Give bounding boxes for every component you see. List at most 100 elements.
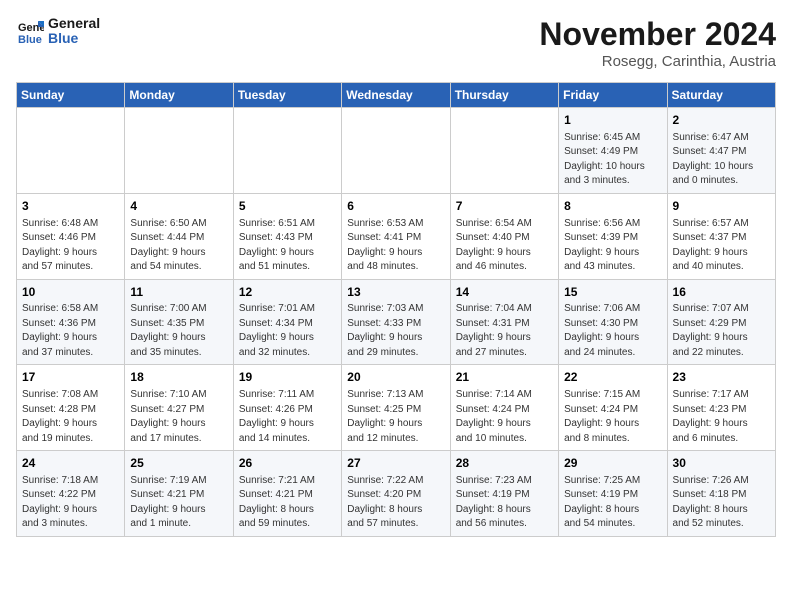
day-number: 2 <box>673 112 770 129</box>
calendar-cell: 2 Sunrise: 6:47 AM Sunset: 4:47 PM Daylig… <box>667 108 775 194</box>
calendar-header-cell: Saturday <box>667 83 775 108</box>
calendar-week-row: 10Sunrise: 6:58 AM Sunset: 4:36 PM Dayli… <box>17 279 776 365</box>
day-info: Sunrise: 6:48 AM Sunset: 4:46 PM Dayligh… <box>22 217 119 275</box>
day-info: Sunrise: 6:58 AM Sunset: 4:36 PM Dayligh… <box>22 302 119 360</box>
day-info: Sunrise: 7:15 AM Sunset: 4:24 PM Dayligh… <box>564 388 661 446</box>
day-info: Sunrise: 6:51 AM Sunset: 4:43 PM Dayligh… <box>239 217 336 275</box>
day-info: Sunrise: 6:57 AM Sunset: 4:37 PM Dayligh… <box>673 217 770 275</box>
calendar-cell: 16Sunrise: 7:07 AM Sunset: 4:29 PM Dayli… <box>667 279 775 365</box>
calendar-cell: 15Sunrise: 7:06 AM Sunset: 4:30 PM Dayli… <box>559 279 667 365</box>
calendar-cell: 8 Sunrise: 6:56 AM Sunset: 4:39 PM Daylig… <box>559 193 667 279</box>
calendar-header-cell: Wednesday <box>342 83 450 108</box>
day-number: 22 <box>564 369 661 386</box>
day-info: Sunrise: 7:04 AM Sunset: 4:31 PM Dayligh… <box>456 302 553 360</box>
logo-line2: Blue <box>48 31 100 46</box>
calendar-cell: 28 Sunrise: 7:23 AM Sunset: 4:19 PM Dayli… <box>450 451 558 537</box>
calendar-cell: 13Sunrise: 7:03 AM Sunset: 4:33 PM Dayli… <box>342 279 450 365</box>
day-info: Sunrise: 6:54 AM Sunset: 4:40 PM Dayligh… <box>456 217 553 275</box>
calendar-body: 1Sunrise: 6:45 AM Sunset: 4:49 PM Daylig… <box>17 108 776 537</box>
day-info: Sunrise: 7:21 AM Sunset: 4:21 PM Dayligh… <box>239 474 336 532</box>
day-info: Sunrise: 7:08 AM Sunset: 4:28 PM Dayligh… <box>22 388 119 446</box>
day-info: Sunrise: 6:45 AM Sunset: 4:49 PM Dayligh… <box>564 131 661 189</box>
calendar-cell: 3Sunrise: 6:48 AM Sunset: 4:46 PM Daylig… <box>17 193 125 279</box>
calendar-cell: 25 Sunrise: 7:19 AM Sunset: 4:21 PM Dayli… <box>125 451 233 537</box>
day-number: 27 <box>347 455 444 472</box>
day-number: 7 <box>456 198 553 215</box>
calendar-cell: 30Sunrise: 7:26 AM Sunset: 4:18 PM Dayli… <box>667 451 775 537</box>
calendar-cell: 24 Sunrise: 7:18 AM Sunset: 4:22 PM Dayli… <box>17 451 125 537</box>
svg-text:Blue: Blue <box>18 34 42 45</box>
calendar-cell <box>450 108 558 194</box>
day-number: 17 <box>22 369 119 386</box>
header: General Blue General Blue November 2024 … <box>16 16 776 70</box>
calendar-cell: 22 Sunrise: 7:15 AM Sunset: 4:24 PM Dayli… <box>559 365 667 451</box>
day-number: 10 <box>22 284 119 301</box>
calendar-cell: 1Sunrise: 6:45 AM Sunset: 4:49 PM Daylig… <box>559 108 667 194</box>
calendar-week-row: 24 Sunrise: 7:18 AM Sunset: 4:22 PM Dayli… <box>17 451 776 537</box>
day-number: 30 <box>673 455 770 472</box>
day-info: Sunrise: 7:25 AM Sunset: 4:19 PM Dayligh… <box>564 474 661 532</box>
day-info: Sunrise: 7:18 AM Sunset: 4:22 PM Dayligh… <box>22 474 119 532</box>
calendar-cell: 14Sunrise: 7:04 AM Sunset: 4:31 PM Dayli… <box>450 279 558 365</box>
day-number: 26 <box>239 455 336 472</box>
calendar-cell: 21Sunrise: 7:14 AM Sunset: 4:24 PM Dayli… <box>450 365 558 451</box>
day-info: Sunrise: 7:10 AM Sunset: 4:27 PM Dayligh… <box>130 388 227 446</box>
day-number: 29 <box>564 455 661 472</box>
month-title: November 2024 <box>539 16 776 53</box>
calendar-cell: 23Sunrise: 7:17 AM Sunset: 4:23 PM Dayli… <box>667 365 775 451</box>
logo-line1: General <box>48 16 100 31</box>
logo: General Blue General Blue <box>16 16 100 47</box>
day-info: Sunrise: 6:56 AM Sunset: 4:39 PM Dayligh… <box>564 217 661 275</box>
day-info: Sunrise: 6:53 AM Sunset: 4:41 PM Dayligh… <box>347 217 444 275</box>
calendar-cell: 26 Sunrise: 7:21 AM Sunset: 4:21 PM Dayli… <box>233 451 341 537</box>
day-number: 4 <box>130 198 227 215</box>
calendar-header-cell: Monday <box>125 83 233 108</box>
calendar-cell: 10Sunrise: 6:58 AM Sunset: 4:36 PM Dayli… <box>17 279 125 365</box>
calendar-header-cell: Tuesday <box>233 83 341 108</box>
day-number: 8 <box>564 198 661 215</box>
day-number: 5 <box>239 198 336 215</box>
day-number: 24 <box>22 455 119 472</box>
day-number: 16 <box>673 284 770 301</box>
day-number: 23 <box>673 369 770 386</box>
calendar-cell <box>342 108 450 194</box>
calendar-header-row: SundayMondayTuesdayWednesdayThursdayFrid… <box>17 83 776 108</box>
day-number: 19 <box>239 369 336 386</box>
calendar-cell: 19Sunrise: 7:11 AM Sunset: 4:26 PM Dayli… <box>233 365 341 451</box>
day-number: 25 <box>130 455 227 472</box>
day-number: 28 <box>456 455 553 472</box>
day-number: 13 <box>347 284 444 301</box>
day-info: Sunrise: 7:07 AM Sunset: 4:29 PM Dayligh… <box>673 302 770 360</box>
calendar-table: SundayMondayTuesdayWednesdayThursdayFrid… <box>16 82 776 537</box>
logo-icon: General Blue <box>16 17 44 45</box>
calendar-cell: 7 Sunrise: 6:54 AM Sunset: 4:40 PM Daylig… <box>450 193 558 279</box>
calendar-cell: 29 Sunrise: 7:25 AM Sunset: 4:19 PM Dayli… <box>559 451 667 537</box>
calendar-header-cell: Thursday <box>450 83 558 108</box>
day-number: 6 <box>347 198 444 215</box>
day-info: Sunrise: 6:47 AM Sunset: 4:47 PM Dayligh… <box>673 131 770 189</box>
calendar-cell <box>125 108 233 194</box>
day-number: 12 <box>239 284 336 301</box>
day-number: 11 <box>130 284 227 301</box>
calendar-cell: 18Sunrise: 7:10 AM Sunset: 4:27 PM Dayli… <box>125 365 233 451</box>
day-info: Sunrise: 7:06 AM Sunset: 4:30 PM Dayligh… <box>564 302 661 360</box>
day-number: 9 <box>673 198 770 215</box>
day-info: Sunrise: 6:50 AM Sunset: 4:44 PM Dayligh… <box>130 217 227 275</box>
day-info: Sunrise: 7:22 AM Sunset: 4:20 PM Dayligh… <box>347 474 444 532</box>
title-area: November 2024 Rosegg, Carinthia, Austria <box>539 16 776 70</box>
calendar-week-row: 17 Sunrise: 7:08 AM Sunset: 4:28 PM Dayli… <box>17 365 776 451</box>
calendar-cell: 9 Sunrise: 6:57 AM Sunset: 4:37 PM Daylig… <box>667 193 775 279</box>
day-number: 21 <box>456 369 553 386</box>
day-info: Sunrise: 7:13 AM Sunset: 4:25 PM Dayligh… <box>347 388 444 446</box>
day-info: Sunrise: 7:19 AM Sunset: 4:21 PM Dayligh… <box>130 474 227 532</box>
day-info: Sunrise: 7:03 AM Sunset: 4:33 PM Dayligh… <box>347 302 444 360</box>
calendar-cell: 11Sunrise: 7:00 AM Sunset: 4:35 PM Dayli… <box>125 279 233 365</box>
calendar-cell: 27 Sunrise: 7:22 AM Sunset: 4:20 PM Dayli… <box>342 451 450 537</box>
day-info: Sunrise: 7:23 AM Sunset: 4:19 PM Dayligh… <box>456 474 553 532</box>
calendar-cell: 12Sunrise: 7:01 AM Sunset: 4:34 PM Dayli… <box>233 279 341 365</box>
calendar-cell: 20Sunrise: 7:13 AM Sunset: 4:25 PM Dayli… <box>342 365 450 451</box>
calendar-header-cell: Sunday <box>17 83 125 108</box>
calendar-week-row: 3Sunrise: 6:48 AM Sunset: 4:46 PM Daylig… <box>17 193 776 279</box>
day-number: 14 <box>456 284 553 301</box>
calendar-header-cell: Friday <box>559 83 667 108</box>
